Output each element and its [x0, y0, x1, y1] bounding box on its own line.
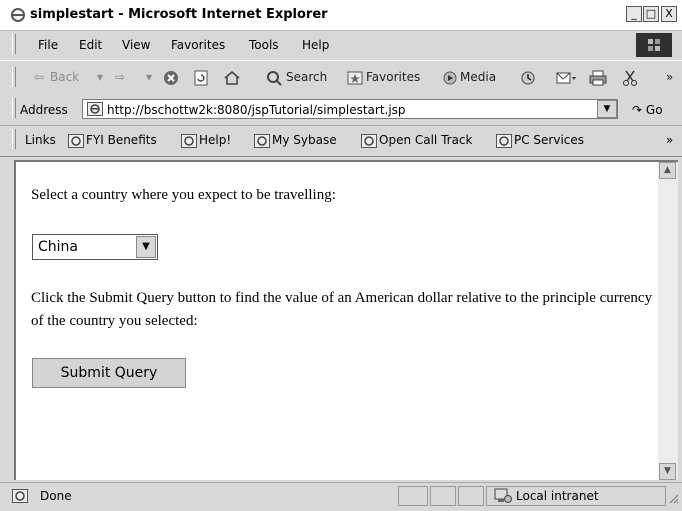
menu-bar: File Edit View Favorites Tools Help: [0, 31, 682, 59]
ie-page-icon: [254, 133, 270, 148]
link-pc-services[interactable]: PC Services: [496, 133, 584, 148]
submit-query-button[interactable]: Submit Query: [32, 358, 186, 388]
toolbar-more-button[interactable]: »: [666, 70, 673, 84]
ie-page-icon: [12, 489, 28, 503]
toolbar-grip: [12, 98, 16, 118]
chevron-down-icon[interactable]: ▼: [136, 236, 156, 258]
link-open-call-track[interactable]: Open Call Track: [361, 133, 472, 148]
menu-tools[interactable]: Tools: [249, 38, 279, 52]
print-button[interactable]: [589, 70, 607, 86]
ie-page-icon: [87, 102, 103, 116]
search-icon: [266, 70, 282, 86]
address-dropdown-button[interactable]: ▼: [597, 100, 617, 118]
status-panel: [430, 486, 456, 506]
ie-page-icon: [496, 133, 512, 148]
link-label: FYI Benefits: [86, 133, 157, 147]
back-arrow-icon: ⇦: [34, 70, 45, 84]
link-my-sybase[interactable]: My Sybase: [254, 133, 337, 148]
country-select[interactable]: China ▼: [32, 234, 158, 260]
link-label: My Sybase: [272, 133, 337, 147]
go-label: Go: [645, 103, 663, 117]
country-prompt: Select a country where you expect to be …: [31, 187, 336, 203]
favorites-icon: [347, 70, 363, 86]
toolbar-grip: [12, 67, 16, 87]
scroll-up-icon[interactable]: ▲: [659, 162, 676, 179]
link-label: PC Services: [514, 133, 585, 147]
links-bar: Links FYI Benefits Help! My Sybase Open …: [0, 126, 682, 157]
status-panel: [458, 486, 484, 506]
scroll-down-icon[interactable]: ▼: [659, 463, 676, 480]
forward-button[interactable]: ⇨: [115, 70, 125, 84]
media-icon: [442, 70, 458, 86]
window-title: simplestart - Microsoft Internet Explore…: [30, 7, 328, 22]
country-select-value: China: [38, 239, 78, 255]
link-label: Open Call Track: [379, 133, 473, 147]
title-bar: simplestart - Microsoft Internet Explore…: [0, 0, 682, 31]
zone-text: Local intranet: [516, 489, 599, 503]
favorites-button[interactable]: Favorites: [366, 70, 420, 84]
minimize-button[interactable]: _: [626, 6, 642, 22]
maximize-button[interactable]: □: [643, 6, 659, 22]
address-label: Address: [20, 103, 68, 117]
go-arrow-icon: ↷: [632, 103, 643, 117]
address-input[interactable]: http://bschottw2k:8080/jspTutorial/simpl…: [82, 99, 618, 119]
address-bar: Address http://bschottw2k:8080/jspTutori…: [0, 95, 682, 126]
chevron-down-icon[interactable]: ▾: [97, 70, 103, 84]
refresh-button[interactable]: [193, 70, 209, 86]
history-button[interactable]: [519, 70, 537, 86]
link-help[interactable]: Help!: [181, 133, 231, 148]
ie-logo-icon: [10, 7, 26, 23]
search-button[interactable]: Search: [286, 70, 327, 84]
menu-help[interactable]: Help: [302, 38, 329, 52]
vertical-scrollbar[interactable]: ▲ ▼: [658, 160, 678, 480]
home-icon: [224, 71, 240, 85]
mail-icon: [556, 72, 576, 84]
cut-button[interactable]: [623, 70, 637, 86]
scissors-icon: [623, 70, 637, 86]
history-icon: [521, 71, 535, 85]
page-content: Select a country where you expect to be …: [14, 160, 658, 480]
standard-toolbar: ⇦ Back ▾ ⇨ ▾ Search Favorites Media »: [0, 60, 682, 96]
menu-view[interactable]: View: [122, 38, 150, 52]
stop-icon: [164, 71, 178, 85]
status-text: Done: [40, 489, 72, 503]
address-url: http://bschottw2k:8080/jspTutorial/simpl…: [107, 103, 406, 117]
menu-edit[interactable]: Edit: [79, 38, 102, 52]
ie-page-icon: [68, 133, 84, 148]
status-panel: [398, 486, 428, 506]
close-button[interactable]: X: [661, 6, 677, 22]
home-button[interactable]: [223, 70, 241, 86]
ie-page-icon: [361, 133, 377, 148]
mail-button[interactable]: [556, 70, 578, 86]
media-button[interactable]: Media: [460, 70, 496, 84]
print-icon: [589, 70, 607, 86]
chevron-down-icon[interactable]: ▾: [146, 70, 152, 84]
browser-window: simplestart - Microsoft Internet Explore…: [0, 0, 682, 511]
menu-favorites[interactable]: Favorites: [171, 38, 225, 52]
resize-grip-icon[interactable]: [667, 492, 679, 504]
toolbar-grip: [12, 129, 16, 149]
links-more-button[interactable]: »: [666, 133, 673, 147]
toolbar-grip: [12, 34, 16, 54]
refresh-icon: [194, 70, 208, 86]
status-bar: Done Local intranet: [0, 482, 682, 511]
link-label: Help!: [199, 133, 232, 147]
intranet-zone-icon: [494, 488, 512, 504]
link-fyi-benefits[interactable]: FYI Benefits: [68, 133, 157, 148]
instructions-text: Click the Submit Query button to find th…: [31, 290, 653, 329]
menu-file[interactable]: File: [38, 38, 58, 52]
go-button[interactable]: ↷ Go: [632, 103, 663, 117]
links-label: Links: [25, 133, 56, 147]
ie-page-icon: [181, 133, 197, 148]
back-button[interactable]: Back: [50, 70, 79, 84]
windows-logo-icon: [636, 33, 672, 57]
stop-button[interactable]: [163, 70, 179, 86]
